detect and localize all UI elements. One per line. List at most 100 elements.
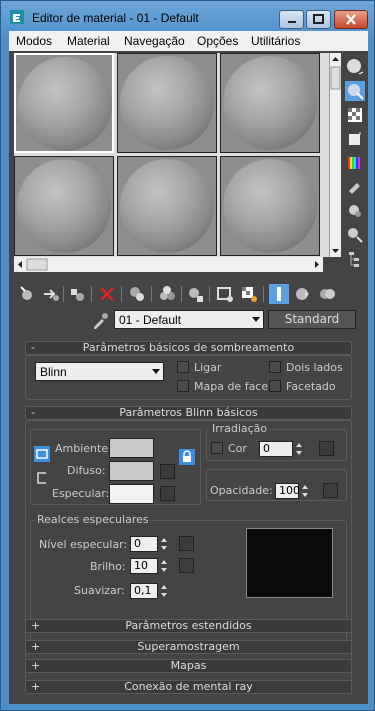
video-color-check-icon[interactable] (345, 153, 365, 173)
specular-color-swatch[interactable] (109, 484, 154, 504)
ambient-color-swatch[interactable] (109, 438, 154, 458)
highlights-title: Realces especulares (35, 513, 151, 526)
ambient-label: Ambiente: (55, 442, 112, 455)
expand-icon: + (31, 640, 41, 653)
sample-slot-1[interactable] (14, 53, 114, 153)
app-logo-icon (10, 10, 24, 24)
material-id-channel-icon[interactable] (185, 284, 205, 304)
diffuse-color-swatch[interactable] (109, 461, 154, 481)
specular-map-button[interactable] (160, 486, 175, 501)
reset-map-delete-icon[interactable] (97, 284, 117, 304)
two-sided-checkbox[interactable] (269, 361, 281, 373)
options-icon[interactable] (345, 201, 365, 221)
specular-level-map-button[interactable] (179, 536, 194, 551)
specular-level-spinner[interactable]: 0 (130, 536, 158, 552)
slots-horizontal-scrollbar[interactable] (14, 257, 323, 272)
sample-sphere (120, 159, 214, 253)
sample-sphere (17, 159, 111, 253)
backlight-icon[interactable] (345, 81, 365, 101)
editor-body: 01 - Default Standard - Parâmetros básic… (9, 51, 368, 704)
copy-material-icon[interactable] (317, 284, 337, 304)
make-unique-icon[interactable] (127, 284, 147, 304)
window-title: Editor de material - 01 - Default (32, 11, 199, 25)
go-forward-to-sibling-icon[interactable] (293, 284, 313, 304)
material-type-button[interactable]: Standard (268, 310, 356, 329)
sample-slot-6[interactable] (220, 156, 320, 256)
sample-sphere (18, 57, 112, 151)
glossiness-label: Brilho: (90, 560, 126, 573)
make-preview-icon[interactable] (345, 177, 365, 197)
rollout-supersampling[interactable]: + Superamostragem (25, 640, 352, 654)
menu-modos[interactable]: Modos (16, 34, 52, 48)
spinner-arrows-icon[interactable] (160, 558, 168, 574)
spinner-arrows-icon[interactable] (295, 441, 303, 457)
blinn-params-title: Parâmetros Blinn básicos (119, 406, 258, 419)
soften-spinner[interactable]: 0,1 (130, 583, 158, 599)
opacity-map-button[interactable] (323, 483, 338, 498)
sample-uv-icon[interactable] (345, 129, 365, 149)
rollout-mental-ray[interactable]: + Conexão de mental ray (25, 680, 352, 694)
self-illum-map-button[interactable] (319, 441, 334, 456)
sample-slot-3[interactable] (220, 53, 320, 153)
spinner-arrows-icon[interactable] (160, 583, 168, 599)
wire-checkbox[interactable] (177, 361, 189, 373)
slots-vertical-scrollbar[interactable] (329, 53, 341, 257)
menu-material[interactable]: Material (67, 34, 110, 48)
maximize-button[interactable] (306, 10, 331, 29)
sample-type-icon[interactable] (345, 57, 365, 77)
self-illum-color-label: Cor (228, 442, 247, 455)
menu-navegacao[interactable]: Navegação (124, 34, 185, 48)
sample-slot-5[interactable] (117, 156, 217, 256)
show-map-in-viewport-icon[interactable] (215, 284, 235, 304)
opacity-spinner[interactable]: 100 (275, 483, 300, 499)
shader-type-value: Blinn (40, 365, 67, 379)
lock-map-icon[interactable] (179, 449, 195, 465)
soften-label: Suavizar: (74, 584, 125, 597)
go-to-parent-icon[interactable] (269, 284, 289, 304)
material-editor-window: Editor de material - 01 - Default Modos … (0, 0, 375, 711)
diffuse-map-button[interactable] (160, 464, 175, 479)
eyedropper-icon[interactable] (91, 312, 109, 330)
lock-ambient-diffuse-icon[interactable] (34, 446, 50, 462)
lock-diffuse-specular-icon[interactable] (34, 470, 50, 486)
blinn-params-header[interactable]: - Parâmetros Blinn básicos (25, 406, 352, 420)
glossiness-map-button[interactable] (179, 558, 194, 573)
shading-params-title: Parâmetros básicos de sombreamento (82, 341, 295, 354)
glossiness-spinner[interactable]: 10 (130, 558, 158, 574)
faceted-checkbox[interactable] (269, 380, 281, 392)
collapse-icon: - (31, 406, 35, 419)
material-name-dropdown[interactable]: 01 - Default (114, 310, 264, 329)
spinner-arrows-icon[interactable] (160, 536, 168, 552)
main-toolbar (17, 284, 362, 306)
select-by-material-icon[interactable] (345, 225, 365, 245)
show-end-result-icon[interactable] (239, 284, 259, 304)
face-map-label: Mapa de face (194, 380, 269, 393)
menu-opcoes[interactable]: Opções (197, 34, 238, 48)
rollout-maps[interactable]: + Mapas (25, 659, 352, 673)
put-to-scene-icon[interactable] (41, 284, 61, 304)
shading-params-header[interactable]: - Parâmetros básicos de sombreamento (25, 341, 352, 355)
scroll-arrows-icon (330, 57, 341, 253)
put-to-library-icon[interactable] (157, 284, 177, 304)
assign-to-selection-icon[interactable] (67, 284, 87, 304)
material-navigator-icon[interactable] (345, 249, 365, 269)
self-illum-title: Irradiação (210, 422, 270, 435)
sample-slot-4[interactable] (14, 156, 114, 256)
close-button[interactable] (334, 10, 368, 29)
background-icon[interactable] (345, 105, 365, 125)
face-map-checkbox[interactable] (177, 380, 189, 392)
rollout-extended-params[interactable]: + Parâmetros estendidos (25, 619, 352, 633)
title-bar[interactable]: Editor de material - 01 - Default (1, 1, 374, 31)
get-material-icon[interactable] (17, 284, 37, 304)
minimize-icon (288, 21, 296, 23)
self-illum-color-checkbox[interactable] (211, 442, 223, 454)
shader-type-dropdown[interactable]: Blinn (35, 362, 164, 381)
material-name-value: 01 - Default (119, 313, 182, 327)
minimize-button[interactable] (279, 10, 304, 29)
self-illum-spinner[interactable]: 0 (259, 441, 293, 457)
menu-utilitarios[interactable]: Utilitários (251, 34, 300, 48)
specular-level-label: Nível especular: (39, 538, 128, 551)
expand-icon: + (31, 680, 41, 693)
spinner-arrows-icon[interactable] (301, 483, 309, 499)
sample-slot-2[interactable] (117, 53, 217, 153)
